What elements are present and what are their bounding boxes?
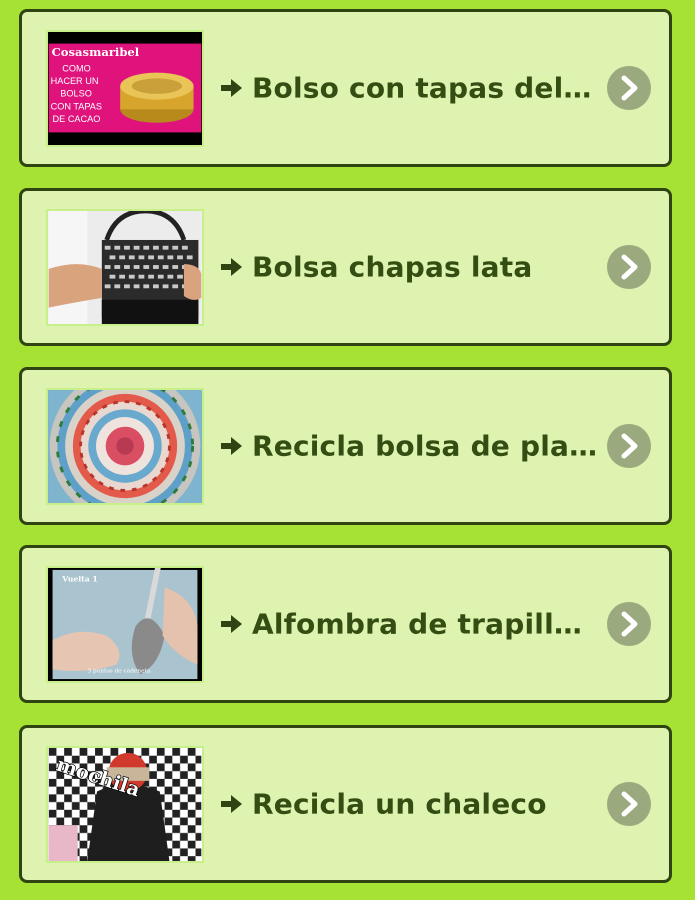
video-thumbnail: Cosasmaribel COMO HACER UN BOLSO CON TAP… (46, 30, 204, 147)
thumbnail-image: Vuelta 1 3 puntos de cadeneta (48, 568, 202, 681)
thumbnail-image: mochila (48, 748, 202, 861)
arrow-right-icon (221, 437, 242, 455)
video-thumbnail: mochila (46, 746, 204, 863)
chevron-right-icon[interactable] (607, 424, 651, 468)
thumb-line: HACER UN (51, 76, 99, 86)
thumbnail-image: Cosasmaribel COMO HACER UN BOLSO CON TAP… (48, 32, 202, 145)
thumb-caption-top: Vuelta 1 (61, 575, 98, 584)
list-item[interactable]: Recicla bolsa de plastico (19, 367, 672, 525)
arrow-right-icon (221, 795, 242, 813)
item-title: Recicla un chaleco (252, 787, 547, 821)
list-item[interactable]: Cosasmaribel COMO HACER UN BOLSO CON TAP… (19, 9, 672, 167)
video-thumbnail (46, 209, 204, 326)
thumbnail-image (48, 390, 202, 503)
item-title: Alfombra de trapillo a … (252, 607, 597, 641)
video-thumbnail: Vuelta 1 3 puntos de cadeneta (46, 566, 204, 683)
thumb-line: BOLSO (60, 89, 92, 99)
item-title: Bolso con tapas del ca… (252, 71, 597, 105)
arrow-right-icon (221, 258, 242, 276)
arrow-right-icon (221, 79, 242, 97)
thumbnail-image (48, 211, 202, 324)
item-title: Recicla bolsa de plastico (252, 429, 612, 463)
thumb-brand: Cosasmaribel (52, 45, 140, 59)
chevron-right-icon[interactable] (607, 245, 651, 289)
arrow-right-icon (221, 615, 242, 633)
list-item[interactable]: Vuelta 1 3 puntos de cadeneta Alfombra d… (19, 545, 672, 703)
chevron-right-icon[interactable] (607, 602, 651, 646)
chevron-right-icon[interactable] (607, 782, 651, 826)
thumb-line: COMO (62, 64, 90, 74)
list-item[interactable]: Bolsa chapas lata (19, 188, 672, 346)
item-title: Bolsa chapas lata (252, 250, 533, 284)
chevron-right-icon[interactable] (607, 66, 651, 110)
list-item[interactable]: mochila Recicla un chaleco (19, 725, 672, 883)
thumb-caption-bottom: 3 puntos de cadeneta (87, 668, 151, 674)
thumb-line: CON TAPAS (51, 101, 102, 111)
video-thumbnail (46, 388, 204, 505)
thumb-line: DE CACAO (53, 114, 101, 124)
